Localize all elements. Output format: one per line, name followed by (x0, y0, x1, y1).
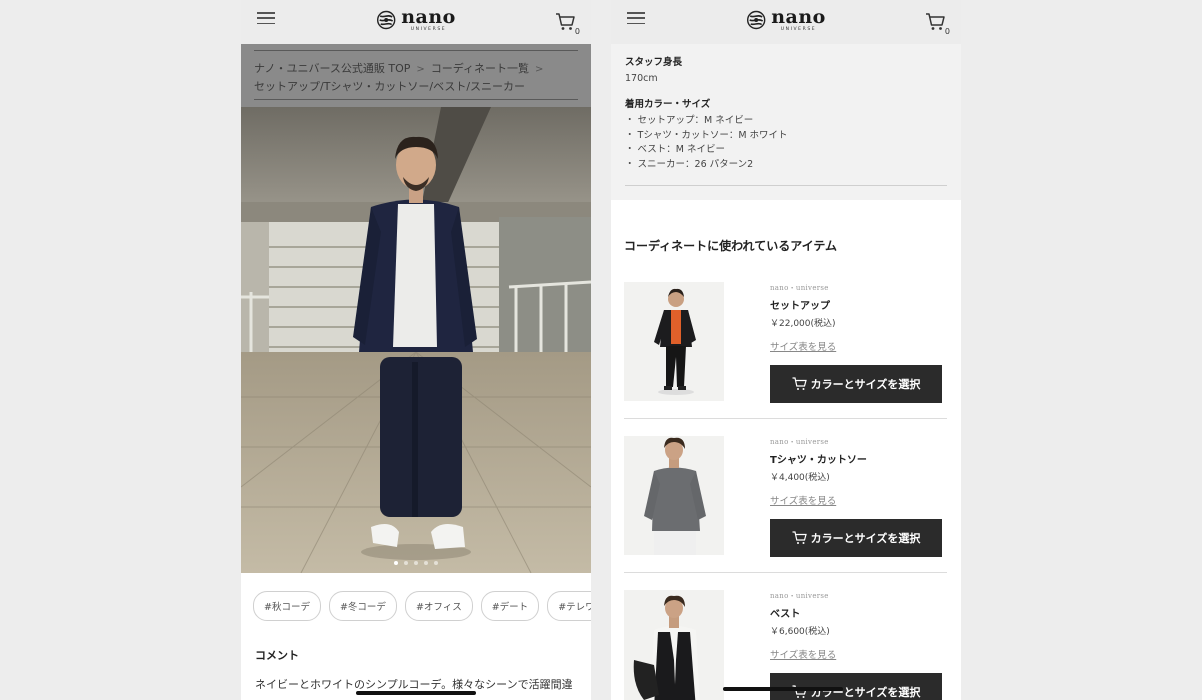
site-logo[interactable]: nano UNIVERSE (376, 8, 456, 33)
site-logo[interactable]: nano UNIVERSE (746, 8, 826, 33)
product-price: ￥22,000(税込) (770, 319, 836, 329)
product-name[interactable]: ベスト (770, 605, 942, 620)
chevron-right-icon: > (416, 64, 425, 75)
home-indicator[interactable] (356, 691, 476, 695)
site-header: nano UNIVERSE 0 (611, 0, 961, 44)
list-item: ベスト：M ネイビー (625, 143, 947, 158)
tag-telework[interactable]: #テレワーク (547, 591, 591, 621)
color-size-label: 着用カラー・サイズ (625, 99, 711, 110)
select-color-size-button[interactable]: カラーとサイズを選択 (770, 519, 942, 557)
logo-subtext: UNIVERSE (780, 27, 817, 32)
list-item: Tシャツ・カットソー：M ホワイト (625, 129, 947, 144)
tag-office[interactable]: #オフィス (404, 591, 473, 621)
hashtag-list: #秋コーデ #冬コーデ #オフィス #デート #テレワーク (241, 573, 591, 621)
chevron-right-icon: > (535, 64, 544, 75)
list-item: セットアップ：M ネイビー (625, 114, 947, 129)
cart-count: 0 (574, 27, 580, 36)
site-header: nano UNIVERSE 0 (241, 0, 591, 44)
list-item: スニーカー：26 パターン2 (625, 158, 947, 173)
comment-body: ネイビーとホワイトのシンプルコーデ。様々なシーンで活躍間違いなし。別売のベストを… (255, 678, 573, 691)
tag-winter[interactable]: #冬コーデ (328, 591, 397, 621)
color-size-list: セットアップ：M ネイビー Tシャツ・カットソー：M ホワイト ベスト：M ネイ… (625, 114, 947, 172)
product-brand: nano・universe (770, 284, 829, 292)
comment-title: コメント (255, 649, 299, 662)
product-price: ￥6,600(税込) (770, 627, 830, 637)
cart-icon[interactable]: 0 (555, 12, 580, 36)
tag-date[interactable]: #デート (480, 591, 540, 621)
product-brand: nano・universe (770, 592, 829, 600)
staff-height-label: スタッフ身長 (625, 57, 683, 68)
breadcrumb-coordinate-list-link[interactable]: コーディネート一覧 (431, 62, 529, 75)
logo-wordmark: nano (771, 6, 826, 28)
tag-autumn[interactable]: #秋コーデ (253, 591, 321, 621)
product-price: ￥4,400(税込) (770, 473, 830, 483)
select-color-size-button[interactable]: カラーとサイズを選択 (770, 365, 942, 403)
carousel-dot[interactable] (414, 561, 418, 565)
product-image-tshirt[interactable] (624, 436, 724, 555)
hamburger-icon[interactable] (627, 12, 645, 24)
product-name[interactable]: Tシャツ・カットソー (770, 451, 942, 466)
product-image-vest[interactable] (624, 590, 724, 700)
size-chart-link[interactable]: サイズ表を見る (770, 647, 942, 661)
cart-icon[interactable]: 0 (925, 12, 950, 36)
carousel-dot[interactable] (394, 561, 398, 565)
staff-height-value: 170cm (625, 73, 658, 84)
carousel-dot[interactable] (404, 561, 408, 565)
carousel-dots[interactable] (394, 561, 438, 565)
product-name[interactable]: セットアップ (770, 297, 942, 312)
product-card-tshirt: nano・universe Tシャツ・カットソー ￥4,400(税込) サイズ表… (624, 436, 947, 573)
carousel-dot[interactable] (434, 561, 438, 565)
hamburger-icon[interactable] (257, 12, 275, 24)
breadcrumb: ナノ・ユニバース公式通販 TOP > コーディネート一覧 > セットアップ/Tシャツ・… (241, 44, 591, 107)
right-screen: nano UNIVERSE 0 スタッフ身長 170cm 着用カラー・サイズ セ… (611, 0, 961, 700)
divider (625, 185, 947, 186)
product-card-setup: nano・universe セットアップ ￥22,000(税込) サイズ表を見る… (624, 282, 947, 419)
home-indicator[interactable] (723, 687, 843, 691)
logo-mark-icon (376, 11, 396, 30)
staff-info: スタッフ身長 170cm 着用カラー・サイズ セットアップ：M ネイビー Tシャ… (611, 44, 961, 200)
used-items-title: コーディネートに使われているアイテム (624, 239, 838, 253)
product-brand: nano・universe (770, 438, 829, 446)
product-image-setup[interactable] (624, 282, 724, 401)
logo-wordmark: nano (401, 6, 456, 28)
size-chart-link[interactable]: サイズ表を見る (770, 493, 942, 507)
logo-subtext: UNIVERSE (410, 27, 447, 32)
breadcrumb-current: セットアップ/Tシャツ・カットソー/ベスト/スニーカー (254, 80, 526, 93)
button-label: カラーとサイズを選択 (810, 532, 921, 545)
comment-section: コメント ネイビーとホワイトのシンプルコーデ。様々なシーンで活躍間違いなし。別売… (241, 621, 591, 700)
left-screen: nano UNIVERSE 0 ナノ・ユニバース公式通販 TOP > コーディネート… (241, 0, 591, 700)
product-card-vest: nano・universe ベスト ￥6,600(税込) サイズ表を見る カラー… (624, 590, 947, 700)
cart-count: 0 (944, 27, 950, 36)
carousel-dot[interactable] (424, 561, 428, 565)
cart-icon (792, 531, 807, 544)
size-chart-link[interactable]: サイズ表を見る (770, 339, 942, 353)
breadcrumb-top-link[interactable]: ナノ・ユニバース公式通販 TOP (254, 62, 410, 75)
used-items-list: nano・universe セットアップ ￥22,000(税込) サイズ表を見る… (611, 254, 961, 700)
button-label: カラーとサイズを選択 (810, 378, 921, 391)
coordinate-hero-image[interactable] (241, 107, 591, 573)
cart-icon (792, 377, 807, 390)
logo-mark-icon (746, 11, 766, 30)
